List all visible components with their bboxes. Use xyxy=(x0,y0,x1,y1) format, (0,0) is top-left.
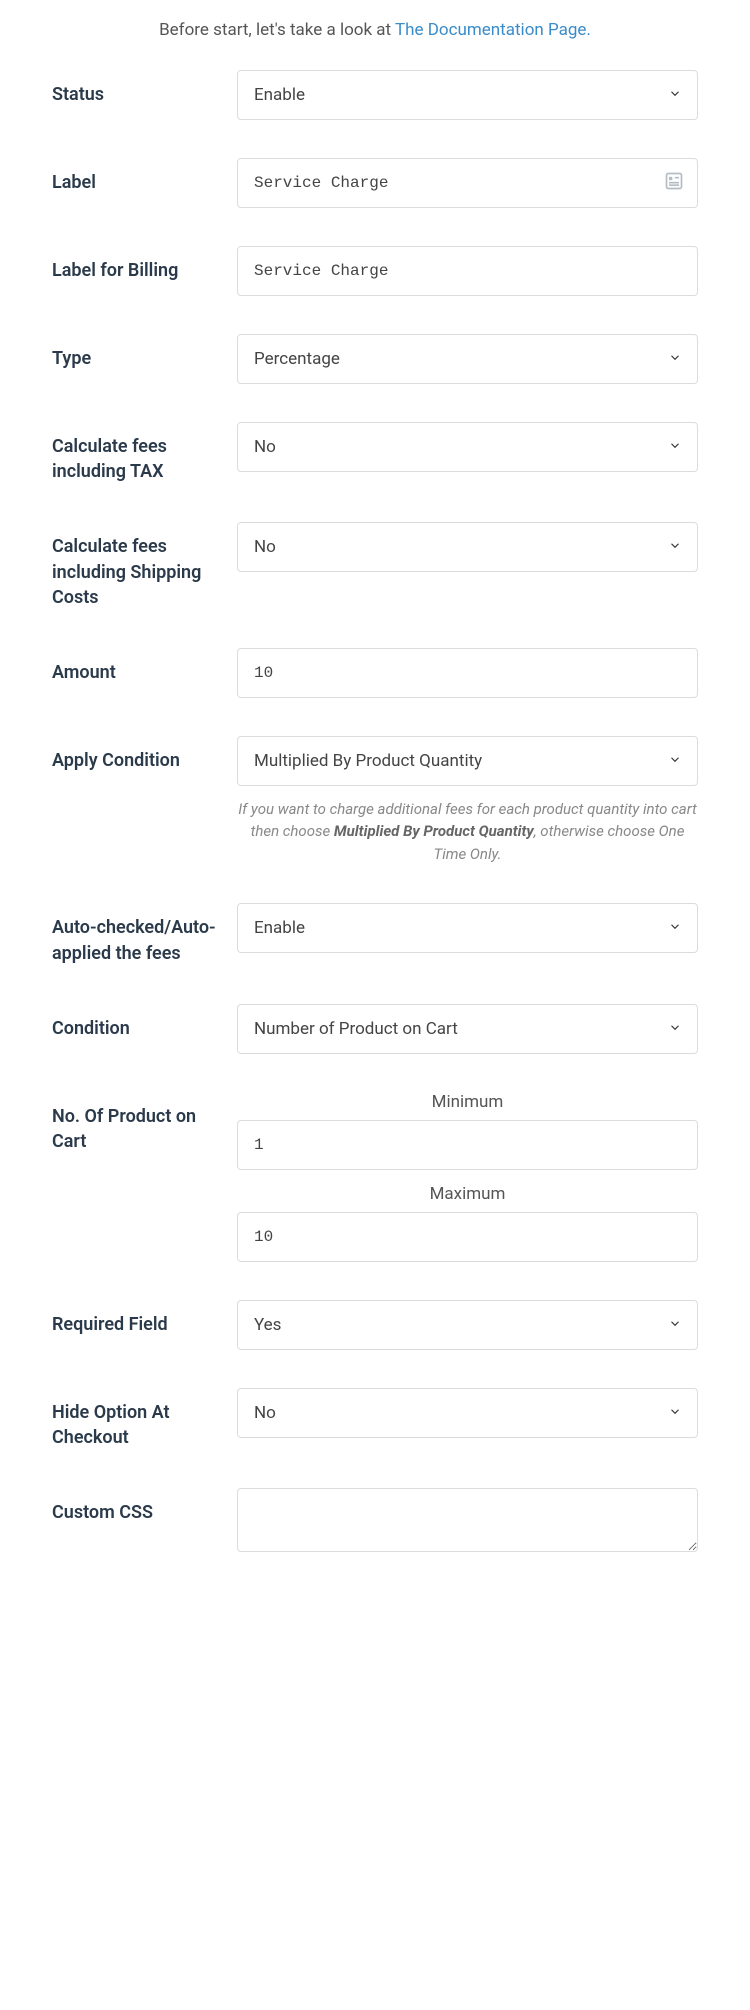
hide-option-select[interactable] xyxy=(237,1388,698,1438)
include-shipping-select[interactable] xyxy=(237,522,698,572)
label-required-field: Required Field xyxy=(52,1300,237,1337)
row-apply-condition: Apply Condition If you want to charge ad… xyxy=(52,736,698,866)
row-hide-option: Hide Option At Checkout xyxy=(52,1388,698,1450)
row-custom-css: Custom CSS xyxy=(52,1488,698,1556)
row-include-tax: Calculate fees including TAX xyxy=(52,422,698,484)
condition-select[interactable] xyxy=(237,1004,698,1054)
include-tax-select[interactable] xyxy=(237,422,698,472)
row-no-product: No. Of Product on Cart Minimum Maximum xyxy=(52,1092,698,1262)
min-sublabel: Minimum xyxy=(237,1092,698,1112)
label-amount: Amount xyxy=(52,648,237,685)
label-status: Status xyxy=(52,70,237,107)
label-label-billing: Label for Billing xyxy=(52,246,237,283)
label-billing-input[interactable] xyxy=(237,246,698,296)
row-include-shipping: Calculate fees including Shipping Costs xyxy=(52,522,698,610)
row-required-field: Required Field xyxy=(52,1300,698,1350)
translate-icon xyxy=(664,171,684,195)
max-sublabel: Maximum xyxy=(237,1184,698,1204)
label-apply-condition: Apply Condition xyxy=(52,736,237,773)
max-product-input[interactable] xyxy=(237,1212,698,1262)
label-include-shipping: Calculate fees including Shipping Costs xyxy=(52,522,237,610)
amount-input[interactable] xyxy=(237,648,698,698)
intro-text: Before start, let's take a look at The D… xyxy=(52,20,698,40)
row-condition: Condition xyxy=(52,1004,698,1054)
label-condition: Condition xyxy=(52,1004,237,1041)
label-type: Type xyxy=(52,334,237,371)
intro-prefix: Before start, let's take a look at xyxy=(159,20,395,40)
row-amount: Amount xyxy=(52,648,698,698)
apply-condition-select[interactable] xyxy=(237,736,698,786)
label-include-tax: Calculate fees including TAX xyxy=(52,422,237,484)
auto-applied-select[interactable] xyxy=(237,903,698,953)
label-no-product: No. Of Product on Cart xyxy=(52,1092,237,1154)
row-status: Status xyxy=(52,70,698,120)
type-select[interactable] xyxy=(237,334,698,384)
label-custom-css: Custom CSS xyxy=(52,1488,237,1525)
row-type: Type xyxy=(52,334,698,384)
label-auto-applied: Auto-checked/Auto-applied the fees xyxy=(52,903,237,965)
required-field-select[interactable] xyxy=(237,1300,698,1350)
custom-css-input[interactable] xyxy=(237,1488,698,1552)
label-label: Label xyxy=(52,158,237,195)
row-auto-applied: Auto-checked/Auto-applied the fees xyxy=(52,903,698,965)
label-hide-option: Hide Option At Checkout xyxy=(52,1388,237,1450)
row-label-billing: Label for Billing xyxy=(52,246,698,296)
status-select[interactable] xyxy=(237,70,698,120)
min-product-input[interactable] xyxy=(237,1120,698,1170)
apply-condition-help: If you want to charge additional fees fo… xyxy=(237,798,698,866)
row-label: Label xyxy=(52,158,698,208)
label-input[interactable] xyxy=(237,158,698,208)
documentation-link[interactable]: The Documentation Page. xyxy=(395,20,591,40)
